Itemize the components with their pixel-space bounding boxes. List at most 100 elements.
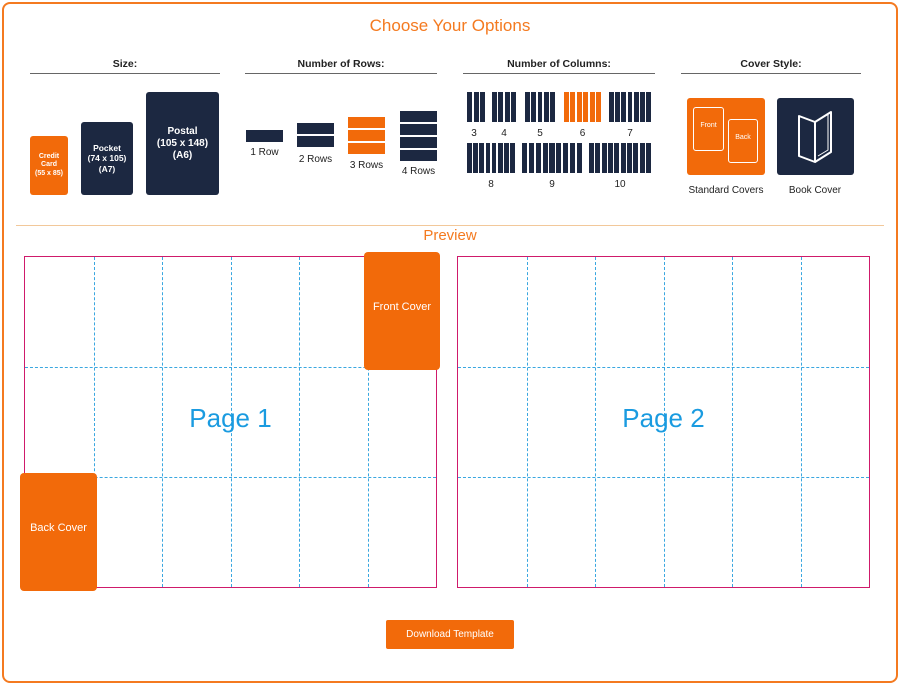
row-option-label: 2 Rows — [298, 154, 333, 165]
row-bar — [348, 143, 385, 154]
column-option-label: 6 — [579, 128, 586, 139]
row-bar — [400, 150, 437, 161]
row-bar — [297, 123, 334, 134]
column-bar — [522, 143, 528, 173]
column-option-label: 7 — [627, 128, 633, 139]
column-bar — [589, 143, 594, 173]
column-bar — [531, 92, 537, 122]
row-bar — [400, 124, 437, 135]
rows-header: Number of Rows: — [245, 58, 437, 74]
column-bar — [640, 92, 645, 122]
cover-option-label: Standard Covers — [688, 185, 764, 196]
columns-header: Number of Columns: — [463, 58, 655, 74]
column-bar — [609, 92, 614, 122]
column-bar — [595, 143, 601, 173]
row-bar — [348, 130, 385, 141]
section-divider — [16, 225, 884, 226]
main-title: Choose Your Options — [369, 16, 531, 35]
row-bar — [400, 137, 437, 148]
row-option-4[interactable] — [400, 111, 437, 161]
column-option-label: 5 — [537, 128, 543, 139]
cover-option-standard[interactable]: Front Back — [687, 98, 765, 175]
column-bar — [564, 92, 569, 122]
column-option-label: 4 — [501, 128, 507, 139]
column-bar — [639, 143, 645, 173]
page-label: Page 1 — [189, 403, 272, 433]
row-option-1[interactable] — [246, 130, 283, 142]
column-bar — [498, 92, 504, 122]
column-bar — [480, 92, 485, 122]
column-bar — [646, 92, 651, 122]
preview-title: Preview — [423, 227, 477, 244]
column-bar — [576, 143, 582, 173]
row-option-label: 4 Rows — [401, 166, 436, 177]
column-bar — [633, 92, 639, 122]
column-bar — [504, 92, 510, 122]
front-card-outline: Front — [693, 107, 724, 151]
column-bar — [550, 92, 555, 122]
column-option-10[interactable] — [589, 143, 651, 173]
column-bar — [537, 92, 543, 122]
column-bar — [543, 92, 549, 122]
column-option-5[interactable] — [525, 92, 555, 122]
column-bar — [627, 143, 632, 173]
column-option-6[interactable] — [564, 92, 601, 122]
page-label: Page 2 — [622, 403, 705, 433]
column-bar — [467, 92, 472, 122]
column-bar — [497, 143, 503, 173]
column-bar — [583, 92, 589, 122]
column-bar — [563, 143, 569, 173]
column-bar — [528, 143, 535, 173]
column-bar — [467, 143, 472, 173]
column-bar — [633, 143, 639, 173]
row-bar — [297, 136, 334, 147]
column-bar — [601, 143, 607, 173]
column-bar — [646, 143, 651, 173]
column-bar — [621, 92, 627, 122]
back-cover-tile: Back Cover — [20, 473, 97, 591]
row-bar — [400, 111, 437, 122]
column-bar — [485, 143, 491, 173]
cover-option-book[interactable] — [777, 98, 854, 175]
cover-header: Cover Style: — [681, 58, 861, 74]
size-option-credit-card[interactable]: Credit Card (55 x 85) — [30, 136, 68, 195]
column-option-3[interactable] — [467, 92, 485, 122]
column-bar — [511, 92, 516, 122]
size-option-postal[interactable]: Postal (105 x 148) (A6) — [146, 92, 219, 195]
column-bar — [473, 143, 478, 173]
column-option-4[interactable] — [492, 92, 516, 122]
column-bar — [479, 143, 485, 173]
column-bar — [535, 143, 541, 173]
back-card-outline: Back — [728, 119, 758, 163]
column-option-8[interactable] — [467, 143, 515, 173]
column-bar — [608, 143, 613, 173]
column-bar — [491, 143, 497, 173]
row-option-label: 1 Row — [250, 147, 279, 158]
size-header: Size: — [30, 58, 220, 74]
column-bar — [504, 143, 509, 173]
column-bar — [589, 92, 595, 122]
column-bar — [620, 143, 626, 173]
column-bar — [542, 143, 548, 173]
size-option-pocket[interactable]: Pocket (74 x 105) (A7) — [81, 122, 133, 195]
column-bar — [525, 92, 530, 122]
row-option-2[interactable] — [297, 123, 334, 148]
row-option-label: 3 Rows — [349, 160, 384, 171]
column-bar — [569, 143, 576, 173]
row-bar — [246, 130, 283, 142]
column-option-9[interactable] — [522, 143, 582, 173]
column-bar — [570, 92, 576, 122]
column-option-7[interactable] — [609, 92, 651, 122]
front-cover-tile: Front Cover — [364, 252, 440, 370]
column-option-label: 8 — [488, 179, 494, 190]
download-template-button[interactable]: Download Template — [386, 620, 514, 649]
column-bar — [627, 92, 633, 122]
column-bar — [549, 143, 555, 173]
column-bar — [492, 92, 497, 122]
column-bar — [473, 92, 479, 122]
row-option-3[interactable] — [348, 117, 385, 155]
column-option-label: 3 — [471, 128, 477, 139]
book-icon — [798, 111, 832, 163]
column-bar — [596, 92, 601, 122]
row-bar — [348, 117, 385, 128]
